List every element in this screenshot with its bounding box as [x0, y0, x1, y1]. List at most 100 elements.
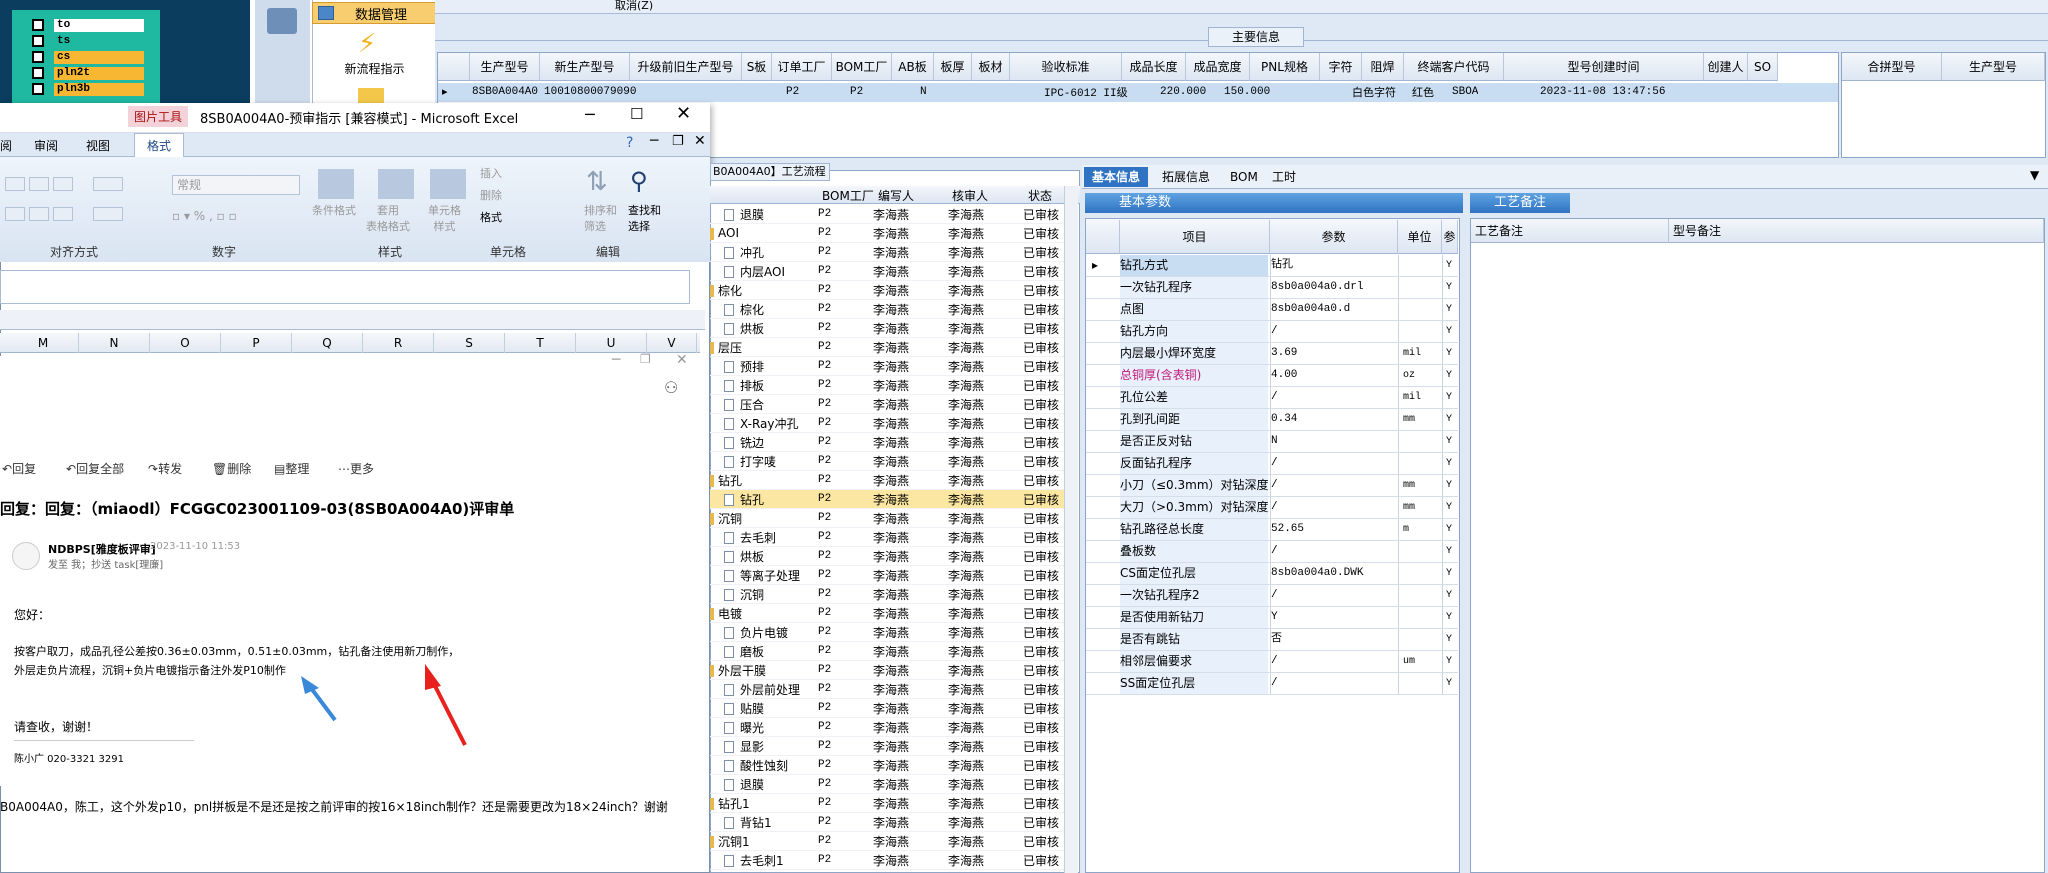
- tab-bom[interactable]: BOM: [1222, 167, 1266, 187]
- conditional-format-button[interactable]: 条件格式: [312, 202, 356, 218]
- col-N[interactable]: N: [79, 333, 150, 353]
- table-row[interactable]: 磨板 P2 李海燕 李海燕 已审核: [710, 642, 1070, 661]
- cell-prod-model[interactable]: 8SB0A004A0: [470, 83, 538, 101]
- param-row[interactable]: 孔到孔间距 0.34 mm Y: [1086, 409, 1458, 431]
- col-header[interactable]: 型号备注: [1669, 219, 2044, 243]
- col-M[interactable]: M: [8, 333, 79, 353]
- layer-row[interactable]: cs: [32, 50, 144, 64]
- checkbox-icon[interactable]: [32, 51, 44, 63]
- table-row[interactable]: 背钻1 P2 李海燕 李海燕 已审核: [710, 813, 1070, 832]
- col-U[interactable]: U: [576, 333, 647, 353]
- table-row[interactable]: 负片电镀 P2 李海燕 李海燕 已审核: [710, 623, 1070, 642]
- process-flow-tab[interactable]: B0A004A0】工艺流程: [710, 163, 830, 181]
- col-header[interactable]: 新生产型号: [540, 53, 630, 81]
- cell-bom-factory[interactable]: P2: [848, 83, 863, 101]
- col-header[interactable]: 生产型号: [470, 53, 540, 81]
- param-value[interactable]: Y: [1270, 607, 1398, 628]
- col-header[interactable]: 型号创建时间: [1504, 53, 1704, 81]
- cell-mask[interactable]: 红色: [1410, 83, 1434, 101]
- delete-button[interactable]: 删除: [480, 187, 502, 203]
- col-header[interactable]: 升级前旧生产型号: [630, 53, 742, 81]
- col-header[interactable]: PNL规格: [1250, 53, 1320, 81]
- col-header-param[interactable]: 参数: [1270, 220, 1398, 254]
- param-row[interactable]: ▸ 钻孔方式 钻孔 Y: [1086, 255, 1458, 277]
- param-value[interactable]: 4.00: [1270, 365, 1398, 386]
- col-header[interactable]: 成品长度: [1122, 53, 1186, 81]
- table-row[interactable]: 冲孔 P2 李海燕 李海燕 已审核: [710, 243, 1070, 262]
- col-header[interactable]: 验收标准: [1010, 53, 1122, 81]
- table-format-button[interactable]: 套用 表格格式: [366, 202, 410, 234]
- folder-icon[interactable]: [358, 88, 384, 104]
- col-T[interactable]: T: [505, 333, 576, 353]
- conditional-format-icon[interactable]: [318, 169, 354, 199]
- table-row-selected[interactable]: ▸ 8SB0A004A0 10010800079090 P2 P2 N IPC-…: [438, 83, 1838, 102]
- param-value[interactable]: 0.34: [1270, 409, 1398, 430]
- param-value[interactable]: 8sb0a004a0.drl: [1270, 277, 1398, 298]
- col-header[interactable]: 合拼型号: [1842, 53, 1942, 81]
- restore-icon[interactable]: ❐: [672, 134, 684, 149]
- layer-row[interactable]: pln2t: [32, 66, 144, 80]
- table-row[interactable]: 烘板 P2 李海燕 李海燕 已审核: [710, 547, 1070, 566]
- formula-bar[interactable]: [0, 270, 690, 304]
- param-value[interactable]: /: [1270, 673, 1398, 694]
- table-row[interactable]: 棕化 P2 李海燕 李海燕 已审核: [710, 300, 1070, 319]
- col-header[interactable]: 订单工厂: [772, 53, 832, 81]
- param-row[interactable]: 是否正反对钻 N Y: [1086, 431, 1458, 453]
- param-value[interactable]: 3.69: [1270, 343, 1398, 364]
- col-R[interactable]: R: [363, 333, 434, 353]
- col-S[interactable]: S: [434, 333, 505, 353]
- table-row[interactable]: 沉铜1 P2 李海燕 李海燕 已审核: [710, 832, 1070, 851]
- checkbox-icon[interactable]: [32, 35, 44, 47]
- number-format-select[interactable]: 常规: [172, 175, 300, 195]
- delete-button[interactable]: 🗑 删除: [212, 460, 251, 477]
- col-O[interactable]: O: [150, 333, 221, 353]
- cell-order-factory[interactable]: P2: [784, 83, 799, 101]
- organize-button[interactable]: ▤ 整理: [274, 460, 309, 477]
- lightning-icon[interactable]: ⚡: [358, 30, 382, 58]
- col-header[interactable]: 板材: [972, 53, 1010, 81]
- cancel-button[interactable]: 取消(Z): [615, 0, 653, 13]
- reply-all-button[interactable]: ↶ 回复全部: [66, 460, 124, 477]
- param-row[interactable]: 总铜厚(含表铜) 4.00 oz Y: [1086, 365, 1458, 387]
- param-row[interactable]: 是否有跳钻否 Y: [1086, 629, 1458, 651]
- cell-new-model[interactable]: 10010800079090: [542, 83, 636, 101]
- checkbox-icon[interactable]: [32, 67, 44, 79]
- tab-format[interactable]: 格式: [134, 133, 185, 157]
- cell-style-button[interactable]: 单元格 样式: [428, 202, 461, 234]
- minimize-icon[interactable]: ─: [650, 133, 658, 149]
- help-icon[interactable]: ?: [626, 135, 633, 151]
- param-row[interactable]: SS面定位孔层 / Y: [1086, 673, 1458, 695]
- param-row[interactable]: 一次钻孔程序 8sb0a004a0.drl Y: [1086, 277, 1458, 299]
- col-header[interactable]: BOM工厂: [832, 53, 892, 81]
- cell-ab[interactable]: N: [918, 83, 927, 101]
- param-row[interactable]: 钻孔方向 / Y: [1086, 321, 1458, 343]
- nav-item-new-process[interactable]: 新流程指示: [312, 60, 437, 77]
- table-row[interactable]: 外层干膜 P2 李海燕 李海燕 已审核: [710, 661, 1070, 680]
- table-row[interactable]: 外层前处理 P2 李海燕 李海燕 已审核: [710, 680, 1070, 699]
- param-value[interactable]: 钻孔: [1270, 255, 1398, 276]
- table-row[interactable]: 铣边 P2 李海燕 李海燕 已审核: [710, 433, 1070, 452]
- layer-row[interactable]: pln3b: [32, 82, 144, 96]
- col-header[interactable]: SO: [1748, 53, 1778, 81]
- table-row[interactable]: 退膜 P2 李海燕 李海燕 已审核: [710, 205, 1070, 224]
- col-header-unit[interactable]: 单位: [1398, 220, 1442, 254]
- param-value[interactable]: 否: [1270, 629, 1398, 650]
- binoculars-icon[interactable]: ⚲: [630, 167, 660, 195]
- table-row[interactable]: 内层AOI P2 李海燕 李海燕 已审核: [710, 262, 1070, 281]
- tab-view[interactable]: 阅: [0, 137, 12, 154]
- param-row[interactable]: 是否使用新钻刀 Y Y: [1086, 607, 1458, 629]
- table-row[interactable]: 去毛刺1 P2 李海燕 李海燕 已审核: [710, 851, 1070, 870]
- more-button[interactable]: ⋯ 更多: [338, 460, 374, 477]
- param-value[interactable]: /: [1270, 453, 1398, 474]
- col-header[interactable]: 成品宽度: [1186, 53, 1250, 81]
- col-header[interactable]: 工艺备注: [1471, 219, 1669, 243]
- param-value[interactable]: 52.65: [1270, 519, 1398, 540]
- col-Q[interactable]: Q: [292, 333, 363, 353]
- col-header[interactable]: 创建人: [1704, 53, 1748, 81]
- alignment-buttons[interactable]: [5, 177, 145, 232]
- minimize-icon[interactable]: ─: [585, 105, 595, 124]
- minimize-icon[interactable]: ─: [612, 352, 620, 368]
- param-value[interactable]: /: [1270, 585, 1398, 606]
- chevron-down-icon[interactable]: ▼: [2030, 168, 2039, 182]
- col-V[interactable]: V: [647, 333, 697, 353]
